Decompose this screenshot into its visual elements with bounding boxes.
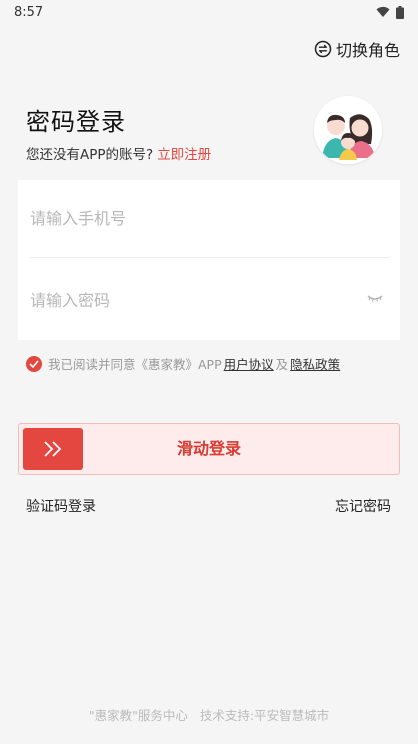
register-prompt: 您还没有APP的账号? 立即注册 xyxy=(26,143,211,163)
family-avatar-illustration xyxy=(314,96,382,164)
phone-input[interactable] xyxy=(30,209,390,228)
avatar xyxy=(314,96,382,164)
slide-to-login[interactable]: 滑动登录 xyxy=(18,423,400,475)
service-center-text: "惠家教"服务中心 xyxy=(88,708,188,723)
double-chevron-right-icon xyxy=(44,441,62,457)
status-time: 8:57 xyxy=(14,4,44,20)
forgot-password-link[interactable]: 忘记密码 xyxy=(335,496,391,516)
agreement-text: 我已阅读并同意《惠家教》APP xyxy=(48,357,222,372)
phone-field-row xyxy=(30,180,390,258)
page-title: 密码登录 xyxy=(26,108,126,136)
register-link[interactable]: 立即注册 xyxy=(157,147,211,163)
no-account-text: 您还没有APP的账号? xyxy=(26,147,154,163)
login-form xyxy=(18,180,400,340)
agreement-row: 我已阅读并同意《惠家教》APP 用户协议 及 隐私政策 xyxy=(26,354,342,373)
status-icons xyxy=(376,5,404,19)
user-agreement-link[interactable]: 用户协议 xyxy=(224,354,274,373)
privacy-policy-link[interactable]: 隐私政策 xyxy=(290,354,340,373)
password-input[interactable] xyxy=(30,290,390,310)
switch-role-button[interactable]: 切换角色 xyxy=(314,37,400,61)
sms-login-link[interactable]: 验证码登录 xyxy=(26,496,96,516)
tech-support-text: 技术支持:平安智慧城市 xyxy=(199,708,330,723)
switch-role-label: 切换角色 xyxy=(335,41,400,60)
check-icon xyxy=(29,359,39,368)
battery-icon xyxy=(396,5,404,19)
status-bar: 8:57 xyxy=(0,0,418,24)
password-field-row xyxy=(30,260,390,340)
wifi-icon xyxy=(376,6,390,17)
agreement-checkbox[interactable] xyxy=(26,355,42,372)
agreement-and-text: 及 xyxy=(275,357,289,372)
slider-handle[interactable] xyxy=(23,428,83,470)
swap-icon xyxy=(314,40,332,58)
eye-closed-icon[interactable] xyxy=(366,290,384,306)
footer: "惠家教"服务中心 技术支持:平安智慧城市 xyxy=(0,705,418,724)
